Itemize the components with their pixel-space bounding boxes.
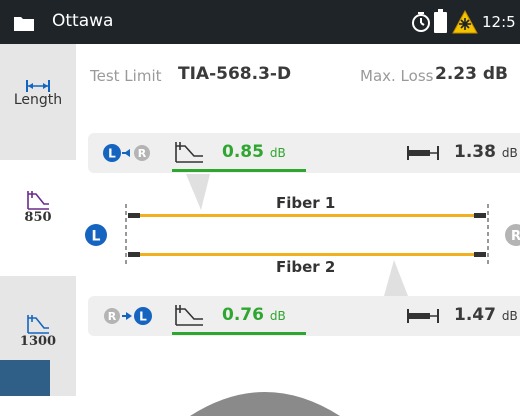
project-title: Ottawa xyxy=(52,11,114,31)
to-end-label: R xyxy=(138,147,147,160)
loss-unit: dB xyxy=(269,146,286,160)
clock: 12:5 xyxy=(482,13,516,31)
sidebar: Length 850 1300 xyxy=(0,44,76,396)
pass-indicator xyxy=(172,332,306,335)
loss-icon xyxy=(175,305,203,326)
from-end-label: R xyxy=(108,310,117,323)
length-value: 1.47 dB xyxy=(454,305,518,325)
status-bar: Ottawa 12:5 xyxy=(0,0,520,44)
battery-icon xyxy=(434,9,447,33)
fiber-1-label: Fiber 1 xyxy=(276,194,336,212)
tab-850-label: 850 xyxy=(24,210,52,225)
folder-icon[interactable] xyxy=(14,15,34,31)
length-number: 1.38 xyxy=(454,142,496,162)
length-number: 1.47 xyxy=(454,305,496,325)
fiber-length-icon xyxy=(407,309,439,323)
tab-length[interactable]: Length xyxy=(0,44,76,160)
test-limit-value: TIA-568.3-D xyxy=(178,64,292,84)
tab-length-label: Length xyxy=(13,92,63,108)
loss-number: 0.76 xyxy=(222,305,264,325)
loss-value: 0.76 dB xyxy=(222,305,286,325)
fiber-diagram: L R xyxy=(85,174,520,296)
loss-value: 0.85 dB xyxy=(222,142,286,162)
measurement-row-r-to-l[interactable]: R L 0.76 dB 1.47 dB xyxy=(88,296,520,336)
length-unit: dB xyxy=(501,146,518,160)
loss-icon xyxy=(27,315,49,334)
test-limit-label: Test Limit xyxy=(90,67,162,85)
length-unit: dB xyxy=(501,309,518,323)
main-panel: Test Limit TIA-568.3-D Max. Loss 2.23 dB… xyxy=(76,44,520,396)
loss-unit: dB xyxy=(269,309,286,323)
direction-l-to-r-icon: L R xyxy=(103,144,150,162)
loss-icon xyxy=(27,191,49,210)
timer-icon xyxy=(412,12,430,32)
tab-850[interactable]: 850 xyxy=(0,160,76,276)
fiber-2-label: Fiber 2 xyxy=(276,258,336,276)
max-loss-label: Max. Loss xyxy=(360,67,434,85)
pass-indicator xyxy=(172,169,306,172)
max-loss-value: 2.23 dB xyxy=(435,64,508,84)
direction-r-to-l-icon: R L xyxy=(104,307,152,325)
limit-row: Test Limit TIA-568.3-D Max. Loss 2.23 dB xyxy=(90,64,520,90)
right-end-label: R xyxy=(511,229,520,244)
fiber-length-icon xyxy=(407,146,439,160)
warning-icon[interactable] xyxy=(452,10,478,34)
background-decoration xyxy=(0,360,50,396)
tab-1300-label: 1300 xyxy=(19,334,57,349)
from-end-label: L xyxy=(108,147,116,161)
measurement-row-l-to-r[interactable]: L R 0.85 dB 1.38 dB xyxy=(88,133,520,173)
to-end-label: L xyxy=(139,310,147,324)
length-value: 1.38 dB xyxy=(454,142,518,162)
loss-number: 0.85 xyxy=(222,142,264,162)
left-end-label: L xyxy=(92,229,101,245)
loss-icon xyxy=(175,142,203,163)
length-icon xyxy=(26,80,50,92)
